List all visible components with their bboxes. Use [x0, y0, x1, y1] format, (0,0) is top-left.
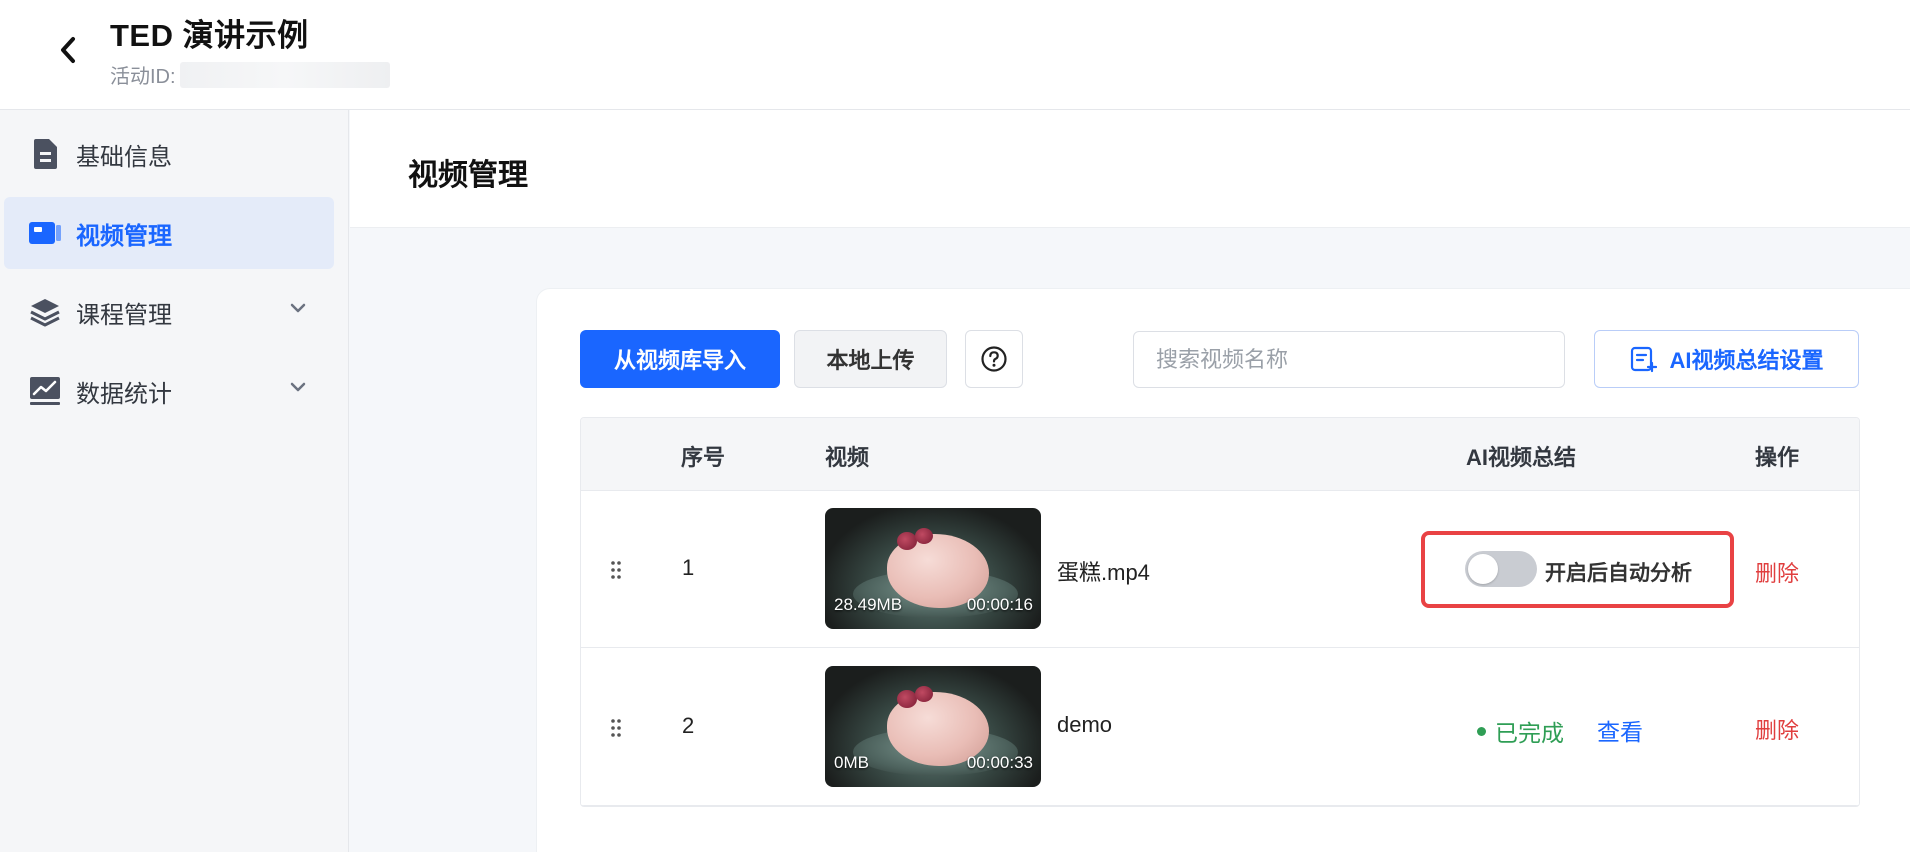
status-badge: 已完成	[1477, 714, 1564, 748]
column-header-video: 视频	[825, 445, 870, 470]
layers-icon	[28, 295, 62, 329]
sidebar-item-label: 课程管理	[76, 301, 172, 329]
ai-summary-settings-button[interactable]: AI视频总结设置	[1594, 330, 1859, 388]
column-header-ai-summary: AI视频总结	[1466, 445, 1577, 470]
sidebar-item-label: 视频管理	[76, 222, 172, 250]
chevron-left-icon	[61, 37, 75, 63]
top-bar: TED 演讲示例 活动ID:	[0, 0, 1910, 110]
drag-handle-icon[interactable]	[609, 559, 623, 581]
sidebar: 基础信息 视频管理 课程管理 数据统计	[0, 110, 349, 852]
search-input[interactable]	[1133, 331, 1565, 388]
chevron-down-icon	[290, 303, 306, 313]
auto-analysis-toggle[interactable]	[1465, 551, 1537, 587]
drag-handle-icon[interactable]	[609, 717, 623, 739]
sidebar-item-video-management[interactable]: 视频管理	[4, 197, 334, 269]
thumbnail-rose	[897, 690, 917, 708]
video-file-size: 0MB	[834, 753, 869, 772]
video-file-name: 蛋糕.mp4	[1057, 560, 1150, 585]
document-icon	[28, 137, 62, 171]
thumbnail-rose	[897, 532, 917, 550]
ai-summary-settings-label: AI视频总结设置	[1669, 348, 1824, 373]
sidebar-item-course-management[interactable]: 课程管理	[4, 276, 334, 348]
table-header: 序号 视频 AI视频总结 操作	[581, 418, 1859, 491]
video-file-name: demo	[1057, 712, 1113, 737]
video-icon	[28, 216, 62, 250]
view-link[interactable]: 查看	[1597, 713, 1643, 747]
status-text: 已完成	[1495, 720, 1564, 746]
ai-document-icon	[1629, 345, 1658, 373]
delete-link[interactable]: 删除	[1755, 713, 1799, 745]
section-header: 视频管理	[350, 110, 1910, 228]
back-button[interactable]	[52, 32, 84, 68]
activity-id-label: 活动ID:	[110, 66, 176, 88]
delete-link[interactable]: 删除	[1755, 556, 1799, 588]
video-duration: 00:00:16	[966, 595, 1033, 614]
status-dot	[1477, 726, 1486, 736]
video-file-size: 28.49MB	[834, 595, 903, 614]
video-table: 序号 视频 AI视频总结 操作 1 28.49MB 00:00:16 蛋糕.mp…	[580, 417, 1860, 807]
help-button[interactable]	[965, 330, 1023, 388]
video-thumbnail[interactable]: 0MB 00:00:33	[825, 666, 1041, 787]
page-title: TED 演讲示例	[110, 18, 309, 53]
import-from-library-button[interactable]: 从视频库导入	[580, 330, 780, 388]
thumbnail-rose	[915, 686, 933, 702]
column-header-index: 序号	[681, 445, 726, 470]
sidebar-item-basic-info[interactable]: 基础信息	[4, 118, 334, 190]
video-thumbnail[interactable]: 28.49MB 00:00:16	[825, 508, 1041, 629]
sidebar-item-label: 数据统计	[76, 380, 172, 408]
table-row: 2 0MB 00:00:33 demo 删除	[581, 649, 1859, 806]
sidebar-item-data-statistics[interactable]: 数据统计	[4, 355, 334, 427]
row-index: 2	[682, 713, 695, 738]
activity-id: 活动ID:	[110, 60, 390, 89]
activity-id-value-redacted	[179, 61, 390, 88]
sidebar-item-label: 基础信息	[76, 143, 172, 171]
toggle-knob	[1468, 554, 1498, 584]
thumbnail-rose	[915, 528, 933, 544]
video-duration: 00:00:33	[966, 753, 1033, 772]
question-circle-icon	[981, 346, 1007, 372]
row-index: 1	[682, 555, 695, 580]
chevron-down-icon	[290, 382, 306, 392]
chart-icon	[28, 374, 62, 408]
column-header-actions: 操作	[1755, 445, 1800, 470]
local-upload-button[interactable]: 本地上传	[794, 330, 947, 388]
section-title: 视频管理	[408, 159, 528, 192]
auto-analysis-toggle-label: 开启后自动分析	[1545, 562, 1692, 585]
